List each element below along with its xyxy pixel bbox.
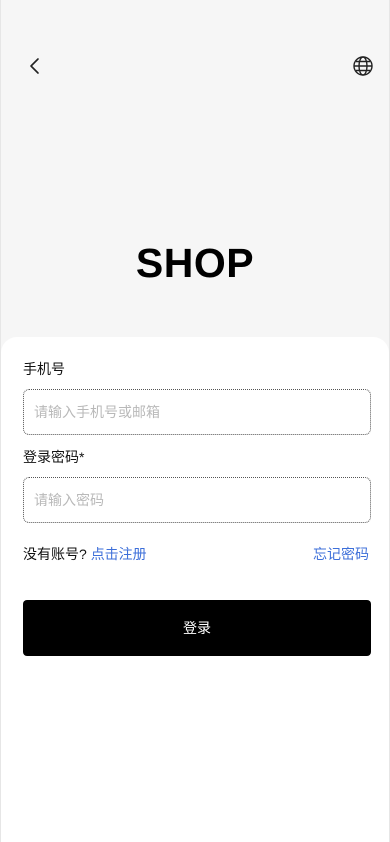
language-button[interactable] <box>349 52 377 80</box>
register-link[interactable]: 点击注册 <box>91 546 147 562</box>
chevron-left-icon <box>30 58 39 74</box>
phone-label: 手机号 <box>23 361 65 377</box>
globe-icon <box>353 56 373 76</box>
password-label: 登录密码* <box>23 449 85 465</box>
account-links-row: 没有账号? 点击注册 忘记密码 <box>23 544 369 564</box>
top-bar <box>1 52 389 80</box>
password-input[interactable] <box>23 477 371 523</box>
phone-email-input[interactable] <box>23 389 371 435</box>
back-button[interactable] <box>21 52 49 80</box>
login-button[interactable]: 登录 <box>23 600 371 656</box>
brand-logo-text: SHOP <box>135 240 255 286</box>
login-page: SHOP 手机号 登录密码* 没有账号? 点击注册 忘记密码 登录 <box>0 0 390 842</box>
no-account-text: 没有账号? <box>23 546 87 562</box>
login-form-sheet: 手机号 登录密码* <box>1 337 389 842</box>
register-prompt: 没有账号? 点击注册 <box>23 544 147 564</box>
forgot-password-link[interactable]: 忘记密码 <box>313 544 369 564</box>
